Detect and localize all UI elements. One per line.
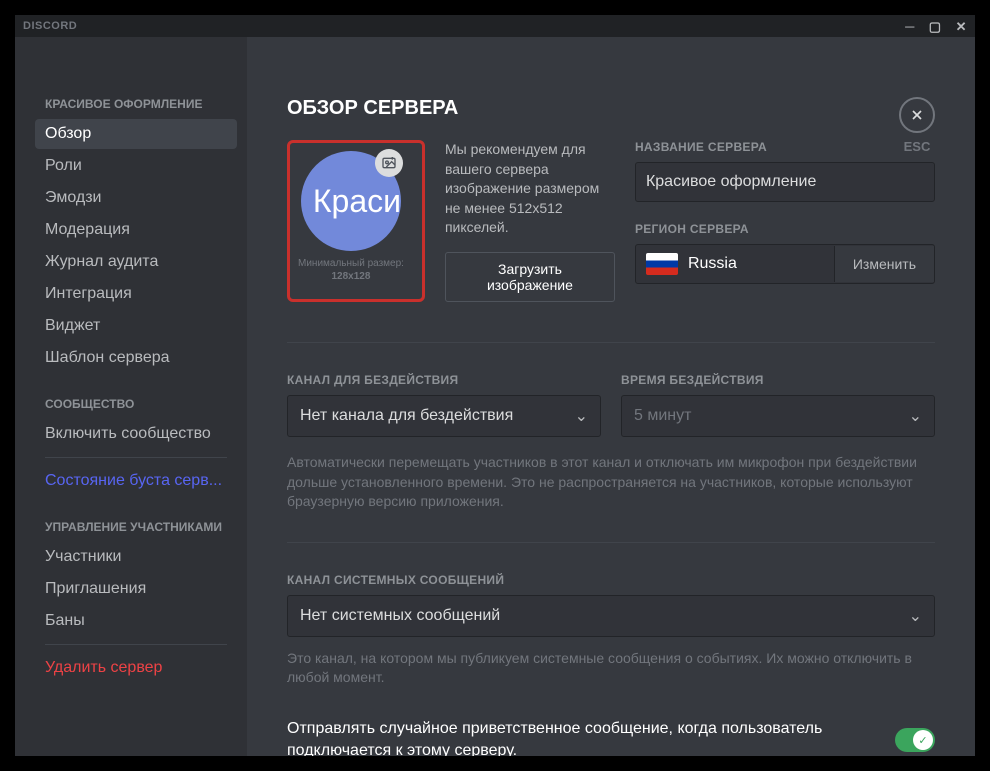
system-channel-select[interactable]: Нет системных сообщений ⌄	[287, 595, 935, 637]
divider	[45, 457, 227, 458]
sidebar-item-integration[interactable]: Интеграция	[35, 279, 237, 309]
sidebar-item-boost-status[interactable]: Состояние буста серв...	[35, 466, 237, 496]
sidebar-item-roles[interactable]: Роли	[35, 151, 237, 181]
divider	[287, 542, 935, 543]
sidebar-item-overview[interactable]: Обзор	[35, 119, 237, 149]
titlebar: DISCORD ─ ▢ ✕	[15, 15, 975, 37]
afk-help-text: Автоматически перемещать участников в эт…	[287, 453, 935, 512]
welcome-toggle-label: Отправлять случайное приветственное сооб…	[287, 718, 879, 756]
region-change-button[interactable]: Изменить	[834, 246, 934, 282]
sidebar-category-server: КРАСИВОЕ ОФОРМЛЕНИЕ	[45, 97, 237, 111]
system-channel-label: КАНАЛ СИСТЕМНЫХ СООБЩЕНИЙ	[287, 573, 935, 587]
sidebar-category-community: СООБЩЕСТВО	[45, 397, 237, 411]
server-region-row: Russia Изменить	[635, 244, 935, 284]
app-name: DISCORD	[23, 20, 77, 32]
divider	[287, 342, 935, 343]
close-settings-button[interactable]: ESC	[899, 97, 935, 154]
sidebar-item-audit-log[interactable]: Журнал аудита	[35, 247, 237, 277]
minimize-icon[interactable]: ─	[905, 20, 915, 33]
divider	[45, 644, 227, 645]
system-help-text: Это канал, на котором мы публикуем систе…	[287, 649, 935, 688]
sidebar-item-emoji[interactable]: Эмодзи	[35, 183, 237, 213]
maximize-icon[interactable]: ▢	[929, 20, 942, 33]
app-window: DISCORD ─ ▢ ✕ КРАСИВОЕ ОФОРМЛЕНИЕ Обзор …	[15, 15, 975, 756]
afk-channel-select[interactable]: Нет канала для бездействия ⌄	[287, 395, 601, 437]
server-region-label: РЕГИОН СЕРВЕРА	[635, 222, 935, 236]
esc-label: ESC	[904, 139, 931, 154]
chevron-down-icon: ⌄	[909, 406, 922, 426]
close-icon[interactable]: ✕	[956, 20, 967, 33]
upload-hint: Мы рекомендуем для вашего сервера изобра…	[445, 140, 615, 238]
server-avatar-block: Краси Минимальный размер: 128x128	[287, 140, 425, 302]
welcome-toggle[interactable]	[895, 728, 935, 752]
sidebar-item-bans[interactable]: Баны	[35, 606, 237, 636]
afk-timeout-select[interactable]: 5 минут ⌄	[621, 395, 935, 437]
sidebar-item-members[interactable]: Участники	[35, 542, 237, 572]
settings-sidebar: КРАСИВОЕ ОФОРМЛЕНИЕ Обзор Роли Эмодзи Мо…	[15, 37, 247, 756]
page-title: ОБЗОР СЕРВЕРА	[287, 97, 935, 120]
sidebar-category-user-mgmt: УПРАВЛЕНИЕ УЧАСТНИКАМИ	[45, 520, 237, 534]
close-icon	[899, 97, 935, 133]
server-name-input[interactable]	[635, 162, 935, 202]
chevron-down-icon: ⌄	[909, 606, 922, 626]
region-name: Russia	[688, 255, 834, 273]
settings-main: ОБЗОР СЕРВЕРА Краси	[247, 37, 975, 756]
server-name-label: НАЗВАНИЕ СЕРВЕРА	[635, 140, 935, 154]
russia-flag-icon	[646, 253, 678, 275]
sidebar-item-template[interactable]: Шаблон сервера	[35, 343, 237, 373]
welcome-message-row: Отправлять случайное приветственное сооб…	[287, 718, 935, 756]
afk-channel-label: КАНАЛ ДЛЯ БЕЗДЕЙСТВИЯ	[287, 373, 601, 387]
sidebar-item-widget[interactable]: Виджет	[35, 311, 237, 341]
sidebar-item-delete-server[interactable]: Удалить сервер	[35, 653, 237, 683]
upload-image-button[interactable]: Загрузить изображение	[445, 252, 615, 302]
server-avatar-text: Краси	[313, 183, 401, 220]
chevron-down-icon: ⌄	[575, 406, 588, 426]
sidebar-item-moderation[interactable]: Модерация	[35, 215, 237, 245]
sidebar-item-invites[interactable]: Приглашения	[35, 574, 237, 604]
min-size-label: Минимальный размер: 128x128	[298, 257, 404, 283]
upload-image-icon[interactable]	[375, 149, 403, 177]
sidebar-item-enable-community[interactable]: Включить сообщество	[35, 419, 237, 449]
afk-timeout-label: ВРЕМЯ БЕЗДЕЙСТВИЯ	[621, 373, 935, 387]
